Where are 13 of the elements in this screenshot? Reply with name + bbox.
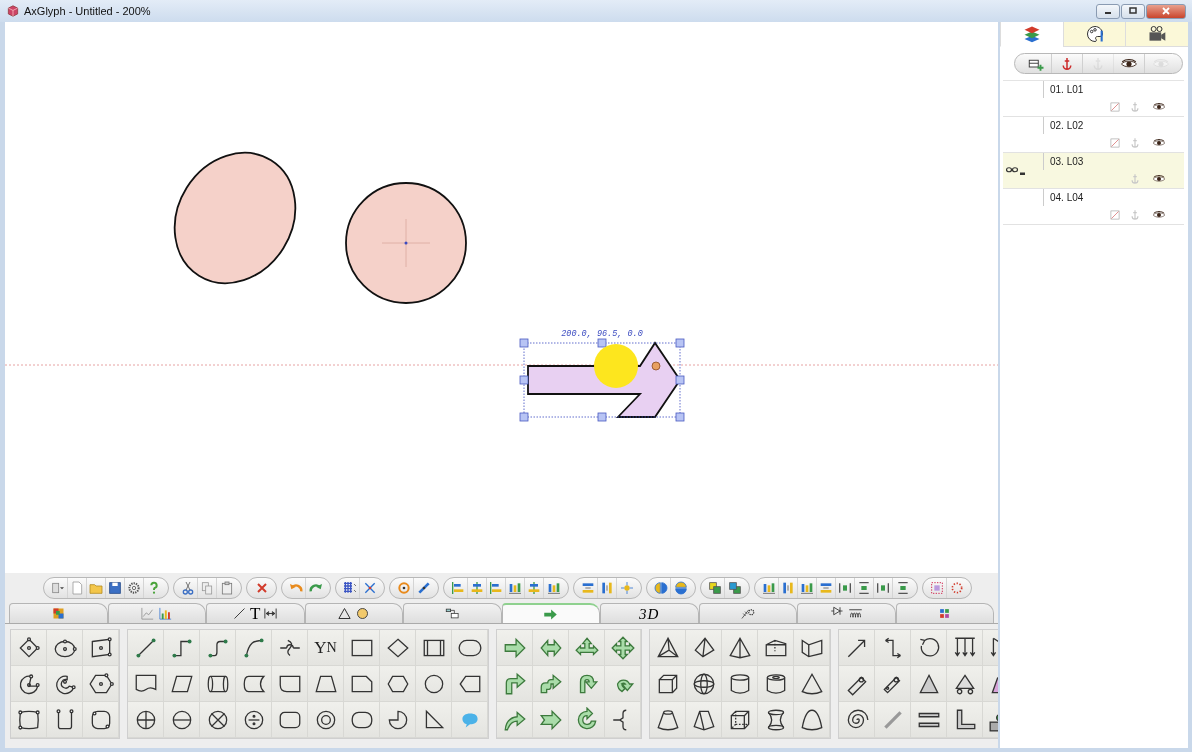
layer-name: 02. L02 xyxy=(1043,117,1184,134)
layer-row[interactable]: 01. L01 xyxy=(1003,81,1184,117)
window-title: AxGlyph - Untitled - 200% xyxy=(24,5,151,17)
coordinate-label: 200.0, 96.5, 0.0 xyxy=(561,329,643,339)
layer-name: 03. L03 xyxy=(1043,153,1184,170)
layer-name: 04. L04 xyxy=(1043,189,1184,206)
palette-tab[interactable]: 3D xyxy=(600,603,699,623)
palette-tab[interactable]: T xyxy=(206,603,305,623)
drawing-canvas[interactable]: 200.0, 96.5, 0.0 xyxy=(5,22,998,573)
layer-row[interactable]: 02. L02 xyxy=(1003,117,1184,153)
layer-name: 01. L01 xyxy=(1043,81,1184,98)
layer-row[interactable]: 04. L04 xyxy=(1003,189,1184,225)
layer-row[interactable]: 03. L03 xyxy=(1003,153,1184,189)
